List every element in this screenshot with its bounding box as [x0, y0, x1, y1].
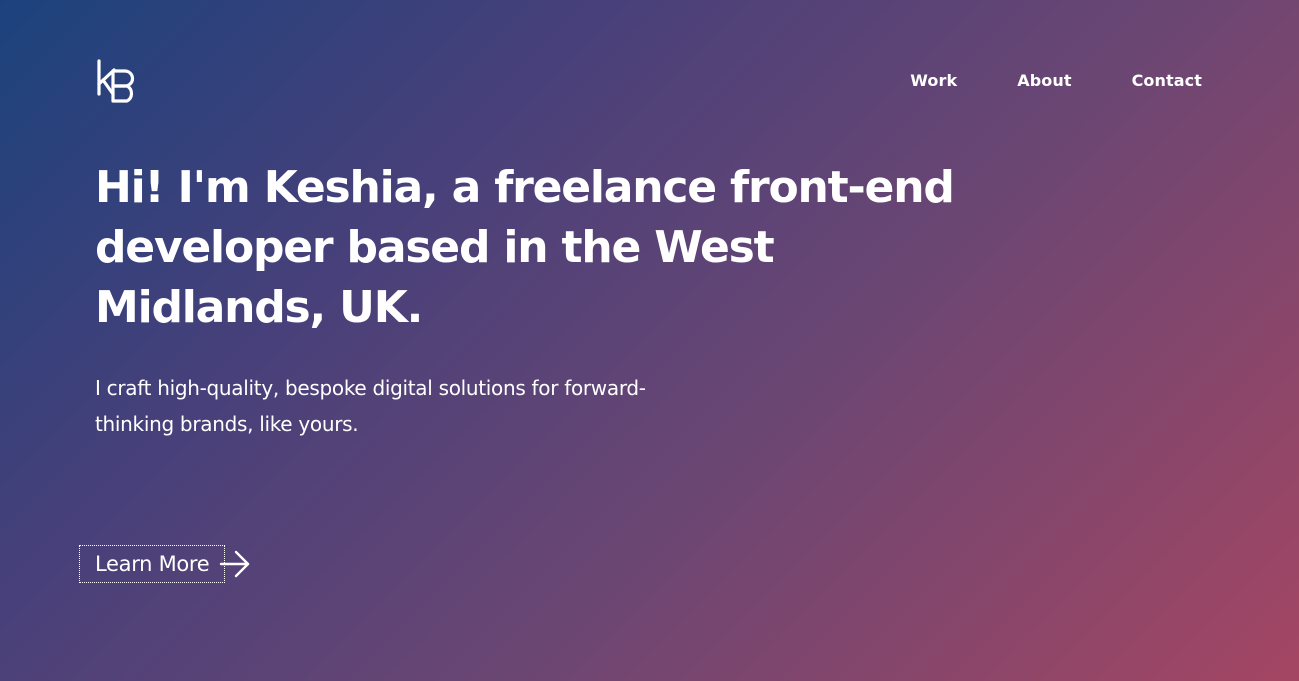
hero-headline: Hi! I'm Keshia, a freelance front-end de… — [95, 162, 955, 333]
hero-subtext: I craft high-quality, bespoke digital so… — [95, 376, 646, 436]
home-logo-link[interactable] — [96, 58, 140, 104]
arrow-right-icon — [220, 550, 250, 578]
nav-link-contact[interactable]: Contact — [1132, 70, 1202, 92]
kb-monogram-logo — [97, 59, 135, 103]
main-nav: Work About Contact — [910, 70, 1202, 92]
learn-more-button[interactable]: Learn More — [79, 545, 251, 583]
learn-more-label: Learn More — [79, 545, 226, 583]
nav-link-about[interactable]: About — [1017, 70, 1071, 92]
nav-link-work[interactable]: Work — [910, 70, 957, 92]
